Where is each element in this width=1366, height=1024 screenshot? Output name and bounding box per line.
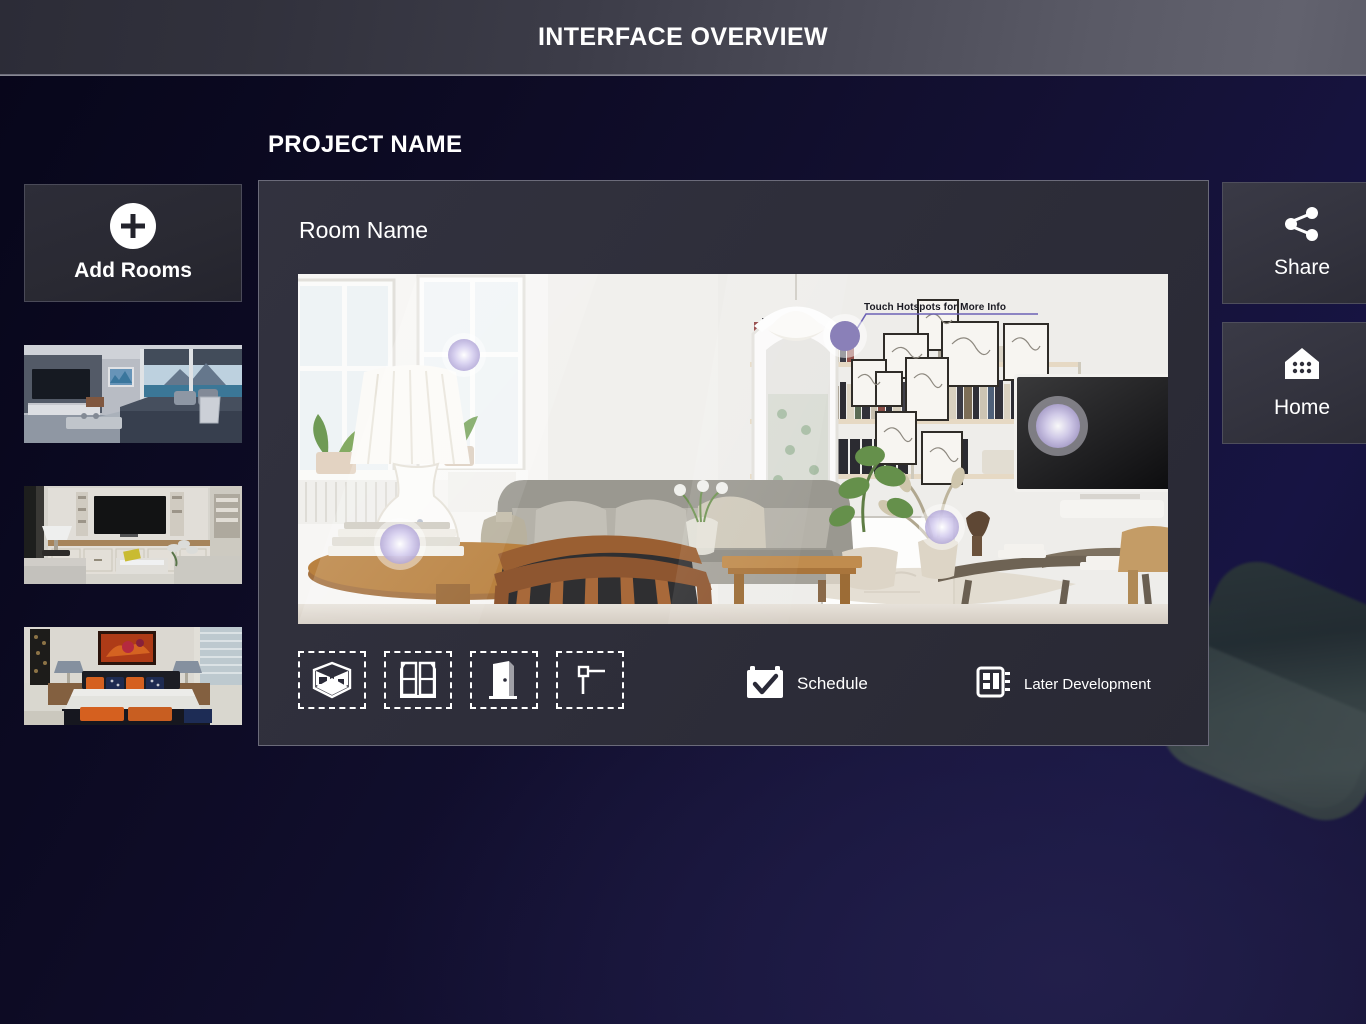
project-name-title: PROJECT NAME <box>268 131 463 158</box>
wall-corner-icon <box>571 661 609 699</box>
schedule-action[interactable]: Schedule <box>745 662 868 705</box>
living-room-built-in-unit-image <box>24 486 242 584</box>
right-sidebar: Share Home <box>1222 182 1366 444</box>
window-tool-button[interactable] <box>384 651 452 709</box>
later-development-label: Later Development <box>1024 676 1151 693</box>
room-tool-button[interactable] <box>298 651 366 709</box>
room-name-label: Room Name <box>299 217 429 243</box>
calendar-check-icon <box>745 662 785 705</box>
home-dots-icon <box>1283 346 1321 382</box>
room-detail-panel: Room Name Touch Hotspots for More Info S… <box>258 180 1209 746</box>
room-box-icon <box>312 661 352 699</box>
room-tools <box>298 651 624 709</box>
door-tool-button[interactable] <box>470 651 538 709</box>
later-development-action[interactable]: Later Development <box>976 665 1151 704</box>
bedroom-orange-accents-image <box>24 627 242 725</box>
room-thumbnail-living-room-built-in-unit[interactable] <box>24 486 242 584</box>
room-preview-image[interactable]: Touch Hotspots for More Info <box>298 274 1168 624</box>
window-titlebar: INTERFACE OVERVIEW <box>0 0 1366 76</box>
hotspot-tip-label: Touch Hotspots for More Info <box>864 302 1007 313</box>
wall-tool-button[interactable] <box>556 651 624 709</box>
room-thumbnail-living-room-ocean-view[interactable] <box>24 345 242 443</box>
add-rooms-label: Add Rooms <box>74 259 192 282</box>
plus-circle-icon <box>110 203 156 249</box>
left-sidebar: Add Rooms <box>24 184 242 725</box>
living-room-ocean-view-image <box>24 345 242 443</box>
app-root: INTERFACE OVERVIEW PROJECT NAME Add Room… <box>0 0 1366 1024</box>
notebook-grid-icon <box>976 665 1012 704</box>
door-icon <box>487 660 521 700</box>
page-title: INTERFACE OVERVIEW <box>537 22 829 51</box>
share-icon <box>1283 206 1321 242</box>
home-label: Home <box>1273 396 1331 419</box>
schedule-label: Schedule <box>797 673 868 693</box>
home-button[interactable]: Home <box>1222 322 1366 444</box>
add-rooms-button[interactable]: Add Rooms <box>24 184 242 302</box>
share-button[interactable]: Share <box>1222 182 1366 304</box>
share-label: Share <box>1273 256 1331 279</box>
window-icon <box>399 660 437 700</box>
room-thumbnail-bedroom-orange-accents[interactable] <box>24 627 242 725</box>
scandinavian-living-room-illustration <box>298 274 1168 624</box>
